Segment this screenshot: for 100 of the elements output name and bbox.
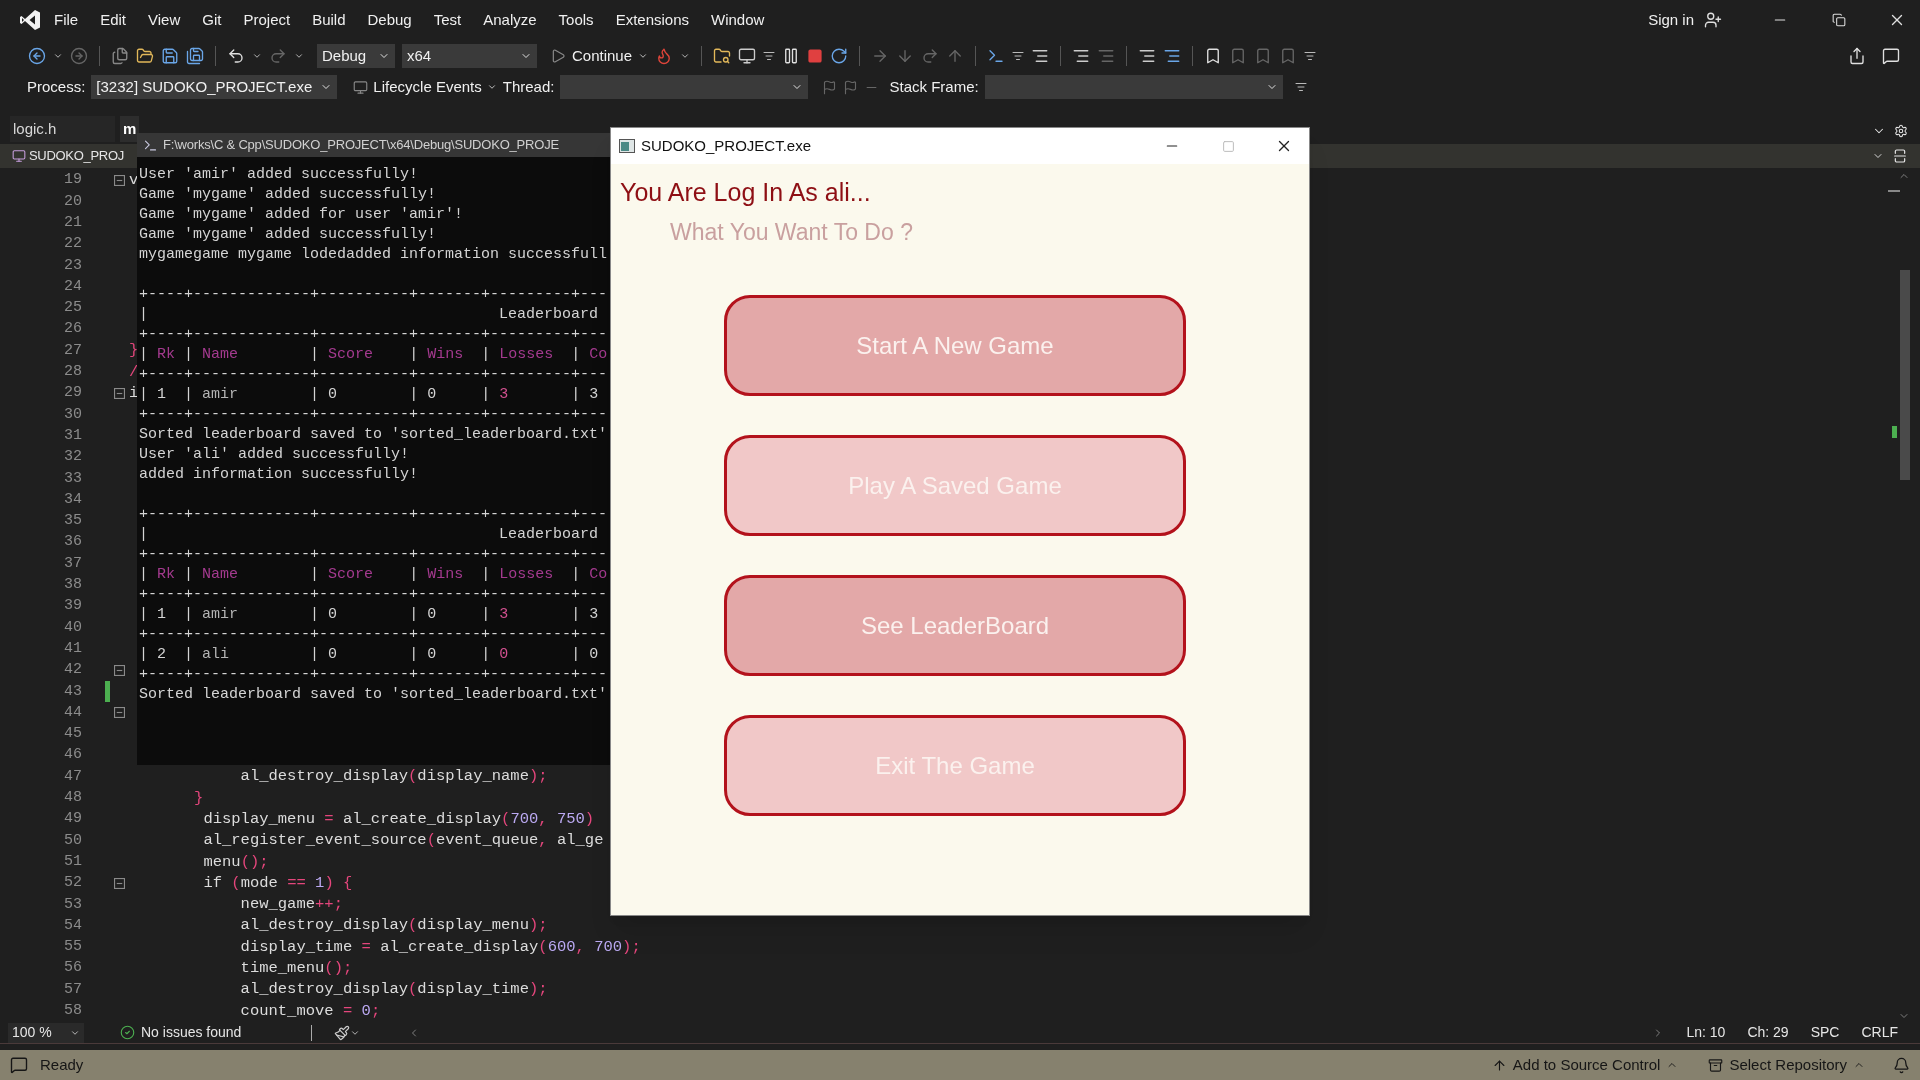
scrollbar-thumb[interactable] — [1900, 270, 1910, 480]
code-line: al_destroy_display(display_time); — [240, 980, 548, 999]
brush-icon[interactable] — [334, 1024, 351, 1041]
menu-item[interactable]: Build — [312, 8, 346, 32]
indent-icon[interactable] — [1072, 47, 1091, 65]
lifecycle-events-button[interactable]: Lifecycle Events — [353, 75, 497, 99]
collapse-icon[interactable] — [114, 707, 125, 719]
repository-icon[interactable] — [1708, 1057, 1724, 1073]
column-indicator[interactable]: Ch: 29 — [1747, 1022, 1789, 1043]
project-icon[interactable] — [12, 149, 26, 163]
caret-icon[interactable] — [53, 51, 63, 61]
code-line: al_destroy_display(display_name); — [240, 767, 548, 786]
new-file-icon[interactable] — [111, 47, 129, 65]
console-line: Game 'mygame' added successfully! — [139, 186, 437, 203]
line-number: 36 — [64, 533, 82, 551]
line-number: 41 — [64, 639, 82, 657]
project-selector[interactable]: SUDOKO_PROJ — [29, 146, 124, 166]
folder-search-icon[interactable] — [713, 47, 732, 65]
settings-icon[interactable] — [1894, 124, 1908, 138]
check-icon[interactable] — [120, 1025, 135, 1040]
redo-icon[interactable] — [921, 47, 940, 65]
menu-item[interactable]: Debug — [367, 8, 412, 32]
menu-item[interactable]: Analyze — [483, 8, 537, 32]
table-row-line: | 1 | amir | 0 | 0 | 3 | 3 — [139, 606, 599, 623]
save-icon[interactable] — [161, 47, 179, 65]
restart-icon[interactable] — [830, 47, 849, 65]
collapse-icon[interactable] — [114, 387, 125, 399]
flag-icon[interactable] — [843, 79, 859, 95]
issues-status[interactable]: No issues found — [141, 1022, 242, 1043]
forward-icon[interactable] — [70, 47, 88, 65]
align-icon[interactable] — [1031, 47, 1050, 65]
split-icon[interactable] — [1892, 148, 1908, 164]
menu-item[interactable]: Project — [243, 8, 291, 32]
overflow-icon[interactable] — [1012, 50, 1025, 62]
process-label: Process: — [27, 76, 86, 97]
overflow-icon[interactable] — [1294, 81, 1307, 93]
collapse-icon[interactable] — [114, 664, 125, 676]
window-icon[interactable] — [738, 47, 757, 65]
line-ending-indicator[interactable]: CRLF — [1861, 1022, 1898, 1043]
menu-item[interactable]: Window — [711, 8, 765, 32]
zoom-dropdown[interactable]: 100 % — [8, 1022, 84, 1043]
whitespace-indicator[interactable]: SPC — [1810, 1022, 1840, 1043]
add-to-source-control-button[interactable]: Add to Source Control — [1491, 1053, 1679, 1077]
flag-icon[interactable] — [822, 79, 838, 95]
menu-item[interactable]: View — [148, 8, 181, 32]
menu-item[interactable]: Tools — [558, 8, 594, 32]
bell-icon[interactable] — [1893, 1056, 1910, 1074]
stop-icon[interactable] — [807, 48, 824, 64]
caret-icon[interactable] — [252, 51, 262, 61]
collapse-icon[interactable] — [114, 175, 125, 186]
play-icon[interactable] — [550, 48, 566, 64]
save-all-icon[interactable] — [186, 47, 204, 65]
caret-icon[interactable] — [638, 51, 649, 61]
window-title: F:\works\C & Cpp\SUDOKO_PROJECT\x64\Debug\SUDOKO_PROJE — [163, 136, 559, 155]
overflow-icon[interactable] — [1304, 50, 1317, 62]
list-icon[interactable] — [1163, 47, 1182, 65]
back-icon[interactable] — [28, 47, 46, 65]
restore-icon[interactable] — [1832, 13, 1846, 27]
configuration-dropdown[interactable]: Debug — [317, 44, 395, 68]
select-repository-button[interactable]: Select Repository — [1708, 1053, 1865, 1077]
window-icon[interactable] — [353, 79, 369, 95]
caret-icon[interactable] — [486, 82, 497, 92]
code-line: al_register_event_source(event_queue, al_ge — [203, 831, 604, 850]
editor-tab[interactable]: m — [120, 116, 140, 142]
share-icon[interactable] — [1848, 47, 1866, 65]
console-line: | Leaderboard — [139, 306, 599, 323]
add-user-icon[interactable] — [1704, 11, 1722, 29]
line-number: 53 — [64, 895, 82, 913]
menu-item[interactable]: Test — [433, 8, 462, 32]
platform-dropdown[interactable]: x64 — [402, 44, 537, 68]
line-number: 27 — [64, 341, 82, 359]
menu-item[interactable]: Edit — [100, 8, 127, 32]
redo-icon[interactable] — [269, 47, 287, 65]
caret-icon[interactable] — [294, 51, 304, 61]
overflow-icon[interactable] — [763, 50, 776, 62]
console-line: User 'ali' added successfully! — [139, 446, 410, 463]
menu-item[interactable]: Extensions — [615, 8, 689, 32]
feedback-icon[interactable] — [1882, 47, 1900, 65]
collapse-icon[interactable] — [114, 877, 125, 889]
caret-icon[interactable] — [680, 51, 691, 61]
editor-tab[interactable]: logic.h — [10, 116, 115, 142]
line-number: 44 — [64, 703, 82, 721]
console-line: User 'amir' added successfully! — [139, 166, 419, 183]
list-icon[interactable] — [1138, 47, 1157, 65]
undo-icon[interactable] — [227, 47, 245, 65]
code-line: } — [129, 341, 139, 360]
line-number: 34 — [64, 490, 82, 508]
menu-item[interactable]: Git — [202, 8, 222, 32]
process-dropdown[interactable]: [3232] SUDOKO_PROJECT.exe — [91, 75, 338, 99]
open-folder-icon[interactable] — [136, 47, 154, 65]
code-line: / — [129, 362, 139, 381]
sign-in-link[interactable]: Sign in — [1648, 8, 1694, 32]
terminal-icon[interactable] — [987, 47, 1006, 65]
status-text: Ready — [40, 1054, 84, 1075]
continue-button[interactable]: Continue — [550, 44, 649, 68]
line-indicator[interactable]: Ln: 10 — [1686, 1022, 1726, 1043]
logo-icon[interactable] — [18, 8, 42, 32]
code-line: i — [129, 384, 139, 402]
menu-item[interactable]: File — [54, 8, 79, 32]
line-number: 50 — [64, 831, 82, 849]
